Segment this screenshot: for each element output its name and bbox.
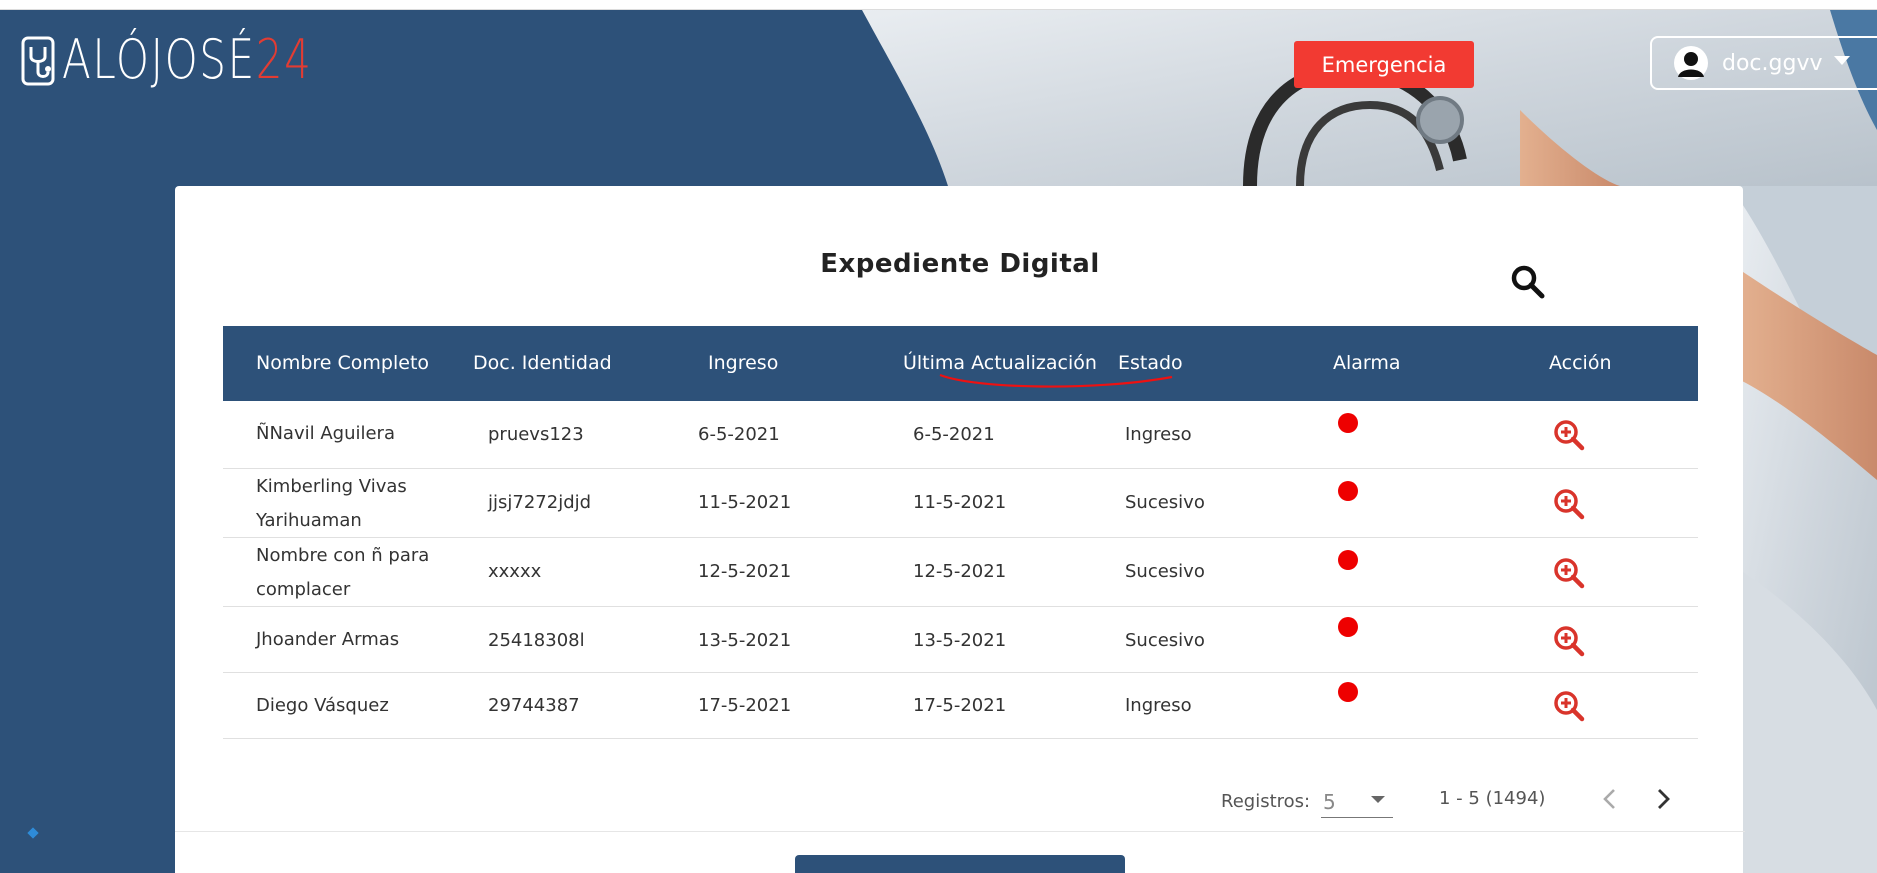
logo-text: ALÓJOSÉ24 — [62, 28, 313, 91]
patient-ingreso: 11-5-2021 — [698, 492, 792, 513]
emergency-button[interactable]: Emergencia — [1294, 41, 1474, 88]
red-dot-icon — [1338, 617, 1358, 637]
patient-doc: 25418308l — [488, 630, 585, 651]
patient-name: Nombre con ñ para complacer — [256, 545, 430, 600]
logo[interactable]: ALÓJOSÉ24 — [20, 30, 383, 90]
chevron-down-icon — [1834, 55, 1851, 65]
user-silhouette-icon — [1674, 46, 1708, 80]
patient-estado: Sucesivo — [1125, 492, 1205, 513]
red-dot-icon — [1338, 682, 1358, 702]
patient-actualizacion: 12-5-2021 — [913, 561, 1007, 582]
pagination: Registros: 5 1 - 5 (1494) — [175, 766, 1745, 818]
zoom-in-icon[interactable] — [1553, 419, 1585, 451]
patient-actualizacion: 6-5-2021 — [913, 424, 995, 445]
zoom-in-icon[interactable] — [1553, 557, 1585, 589]
chevron-left-icon[interactable] — [1595, 782, 1625, 816]
column-header-doc[interactable]: Doc. Identidad — [473, 326, 612, 401]
column-header-accion[interactable]: Acción — [1549, 326, 1612, 401]
chevron-down-icon — [1371, 796, 1385, 803]
patient-estado: Sucesivo — [1125, 561, 1205, 582]
patient-estado: Ingreso — [1125, 695, 1192, 716]
zoom-in-icon[interactable] — [1553, 625, 1585, 657]
user-menu-button[interactable]: doc.ggvv — [1650, 36, 1877, 90]
registros-value: 5 — [1323, 790, 1336, 814]
red-dot-icon — [1338, 413, 1358, 433]
search-icon[interactable] — [1510, 264, 1546, 300]
patient-ingreso: 13-5-2021 — [698, 630, 792, 651]
patient-ingreso: 6-5-2021 — [698, 424, 780, 445]
table-row[interactable]: Jhoander Armas 25418308l 13-5-2021 13-5-… — [223, 607, 1698, 673]
patient-doc: pruevs123 — [488, 424, 584, 445]
user-name: doc.ggvv — [1722, 50, 1823, 76]
patient-estado: Sucesivo — [1125, 630, 1205, 651]
patient-actualizacion: 13-5-2021 — [913, 630, 1007, 651]
column-header-alarma[interactable]: Alarma — [1333, 326, 1401, 401]
patient-doc: xxxxx — [488, 561, 542, 582]
red-dot-icon — [1338, 481, 1358, 501]
patient-actualizacion: 11-5-2021 — [913, 492, 1007, 513]
chevron-right-icon[interactable] — [1648, 782, 1678, 816]
column-header-name[interactable]: Nombre Completo — [256, 326, 429, 401]
patient-estado: Ingreso — [1125, 424, 1192, 445]
patient-name: ÑNavil Aguilera — [256, 423, 395, 444]
patient-ingreso: 17-5-2021 — [698, 695, 792, 716]
table-row[interactable]: ÑNavil Aguilera pruevs123 6-5-2021 6-5-2… — [223, 401, 1698, 469]
table-row[interactable]: Nombre con ñ para complacer xxxxx 12-5-2… — [223, 538, 1698, 607]
patient-doc: jjsj7272jdjd — [488, 492, 592, 513]
patient-ingreso: 12-5-2021 — [698, 561, 792, 582]
annotation-underline — [939, 373, 1173, 388]
bottom-action-button[interactable] — [795, 855, 1125, 873]
red-dot-icon — [1338, 550, 1358, 570]
patient-actualizacion: 17-5-2021 — [913, 695, 1007, 716]
stethoscope-phone-icon — [21, 36, 55, 86]
registros-select[interactable]: 5 — [1321, 784, 1393, 818]
patient-doc: 29744387 — [488, 695, 580, 716]
zoom-in-icon[interactable] — [1553, 488, 1585, 520]
pagination-range: 1 - 5 (1494) — [1439, 788, 1546, 809]
column-header-ingreso[interactable]: Ingreso — [708, 326, 778, 401]
table-header: Nombre Completo Doc. Identidad Ingreso Ú… — [223, 326, 1698, 401]
table-row[interactable]: Kimberling Vivas Yarihuaman jjsj7272jdjd… — [223, 469, 1698, 538]
patient-name: Kimberling Vivas Yarihuaman — [256, 476, 407, 531]
zoom-in-icon[interactable] — [1553, 690, 1585, 722]
registros-label: Registros: — [1221, 791, 1311, 812]
patient-name: Jhoander Armas — [256, 629, 400, 650]
card-divider — [175, 831, 1745, 832]
patient-name: Diego Vásquez — [256, 695, 389, 716]
table-row[interactable]: Diego Vásquez 29744387 17-5-2021 17-5-20… — [223, 673, 1698, 739]
expediente-card: Expediente Digital Nombre Completo Doc. … — [175, 186, 1745, 873]
top-border — [0, 0, 1877, 10]
